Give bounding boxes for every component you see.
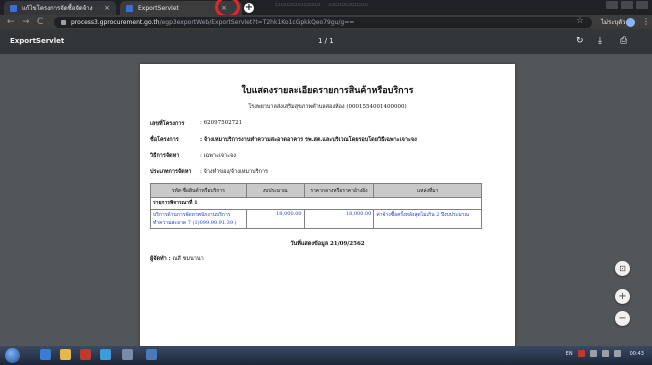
fit-page-button[interactable]: ⊡ — [615, 261, 630, 276]
tab-edit-project[interactable]: แก้ไขโครงการจัดซื้อจัดจ้าง × — [4, 1, 116, 15]
tab-title: แก้ไขโครงการจัดซื้อจัดจ้าง — [22, 5, 93, 12]
zoom-in-button[interactable]: + — [615, 289, 630, 304]
item-cell: บริการด้านการจัดหาพนักงานบริการทำความสะอ… — [150, 209, 247, 229]
column-header: แหล่งที่มา — [373, 183, 482, 198]
field-label: เลขที่โครงการ — [150, 121, 185, 127]
bookmark-star-icon[interactable]: ☆ — [576, 16, 584, 26]
taskbar-window-icon[interactable] — [122, 349, 133, 360]
close-window-button[interactable] — [636, 1, 648, 9]
url-text: process3.gprocurement.go.th/egp3exportWe… — [71, 19, 354, 26]
source-cell: ค่าจ้างซื้อครั้งหลังสุดไม่เกิน 2 ปีงบประ… — [373, 209, 482, 229]
table-group-row: รายการพิจารณาที่ 1 — [150, 197, 482, 210]
document-subtitle: โรงพยาบาลส่งเสริมสุขภาพตำบลสองห้อง (0001… — [248, 104, 407, 110]
zoom-out-button[interactable]: − — [615, 311, 630, 326]
tray-app-icon[interactable] — [577, 350, 585, 357]
table-header-row: รหัส-ชื่อสินค้าหรือบริการ งบประมาณ ราคาก… — [150, 183, 482, 198]
field-label: วิธีการจัดหา — [150, 153, 180, 159]
field-project-number: เลขที่โครงการ : 62097502721 — [150, 120, 242, 128]
minimize-button[interactable] — [606, 1, 618, 9]
page-indicator: 1 / 1 — [318, 37, 334, 45]
file-explorer-icon[interactable] — [60, 349, 71, 360]
clock[interactable]: 00:43 — [630, 351, 644, 357]
lock-icon — [61, 20, 66, 25]
language-indicator[interactable]: EN — [566, 351, 573, 357]
app-icon[interactable] — [80, 349, 91, 360]
system-tray: EN 00:43 — [566, 350, 644, 357]
page-favicon-icon — [126, 4, 133, 12]
field-value: : 62097502721 — [200, 120, 243, 126]
url-host: process3.gprocurement.go.th — [71, 19, 160, 26]
table-row: บริการด้านการจัดหาพนักงานบริการทำความสะอ… — [150, 209, 482, 229]
items-table: รหัส-ชื่อสินค้าหรือบริการ งบประมาณ ราคาก… — [150, 183, 482, 229]
rotate-icon[interactable]: ↻ — [576, 36, 584, 46]
address-bar[interactable]: process3.gprocurement.go.th/egp3exportWe… — [54, 16, 592, 28]
ie-icon[interactable] — [40, 349, 51, 360]
background-window-tabs: ▭▭▭▭▭▭▭▭ ▭▭▭▭▭▭▭ — [275, 1, 368, 13]
volume-icon[interactable] — [613, 350, 621, 357]
page-favicon-icon — [10, 4, 17, 12]
start-button[interactable] — [5, 348, 20, 363]
browser-menu-icon[interactable]: ⋮ — [642, 17, 650, 26]
browser-window: แก้ไขโครงการจัดซื้อจัดจ้าง × ExportServl… — [0, 0, 652, 365]
tab-strip: แก้ไขโครงการจัดซื้อจัดจ้าง × ExportServl… — [0, 0, 652, 18]
field-procurement-type: ประเภทการจัดหา : จ้างทำของ/จ้างเหมาบริกา… — [150, 168, 268, 176]
close-tab-icon[interactable]: × — [104, 4, 110, 12]
group-label: รายการพิจารณาที่ 1 — [150, 197, 482, 210]
pdf-page: ใบแสดงรายละเอียดรายการสินค้าหรือบริการ โ… — [140, 64, 515, 346]
new-tab-button[interactable]: + — [244, 3, 254, 13]
battery-icon[interactable] — [601, 350, 609, 357]
column-header: รหัส-ชื่อสินค้าหรือบริการ — [150, 183, 247, 198]
column-header: ราคากลางหรือราคาอ้างอิง — [303, 183, 375, 198]
network-icon[interactable] — [589, 350, 597, 357]
chrome-icon[interactable] — [100, 349, 111, 360]
field-value: : จ้างทำของ/จ้างเหมาบริการ — [200, 169, 268, 175]
download-icon[interactable]: ⤓ — [598, 36, 602, 46]
browser-toolbar: ← → C process3.gprocurement.go.th/egp3ex… — [0, 15, 652, 30]
column-header: งบประมาณ — [245, 183, 305, 198]
update-date: วันที่แสดงข้อมูล 21/09/2562 — [290, 241, 365, 247]
prepared-by: ผู้จัดทำ : ณสี ชมนานา — [150, 255, 204, 263]
ghost-tab: ▭▭▭▭▭▭▭▭ — [275, 1, 321, 8]
url-path: /egp3exportWeb/ExportServlet?t=T2hk1Ko1c… — [159, 19, 355, 26]
tab-title: ExportServlet — [138, 4, 179, 12]
field-project-name: ชื่อโครงการ : จ้างเหมาบริการงานทำความสะอ… — [150, 136, 417, 144]
budget-cell: 18,000.00 — [245, 209, 305, 229]
document-title: ใบแสดงรายละเอียดรายการสินค้าหรือบริการ — [241, 86, 414, 96]
forward-button[interactable]: → — [22, 15, 30, 30]
pdf-viewport[interactable]: ใบแสดงรายละเอียดรายการสินค้าหรือบริการ โ… — [0, 54, 652, 346]
profile-avatar-icon[interactable] — [626, 18, 635, 27]
windows-taskbar: EN 00:43 — [0, 346, 652, 365]
reference-price-cell: 18,000.00 — [303, 209, 375, 229]
field-value: : เฉพาะเจาะจง — [200, 153, 236, 159]
field-label: ชื่อโครงการ — [150, 137, 179, 143]
back-button[interactable]: ← — [7, 15, 15, 30]
reload-button[interactable]: C — [37, 15, 43, 30]
prepared-by-name: ณสี ชมนานา — [172, 256, 204, 262]
pdf-title: ExportServlet — [10, 37, 65, 45]
maximize-button[interactable] — [621, 1, 633, 9]
field-procurement-method: วิธีการจัดหา : เฉพาะเจาะจง — [150, 152, 236, 160]
print-icon[interactable]: ⎙ — [620, 36, 627, 46]
pdf-toolbar: ExportServlet 1 / 1 ↻ ⤓ ⎙ — [0, 30, 652, 54]
field-label: ประเภทการจัดหา — [150, 169, 192, 175]
field-value: : จ้างเหมาบริการงานทำความสะอาดอาคาร รพ.ส… — [200, 137, 417, 143]
prepared-by-label: ผู้จัดทำ : — [150, 256, 171, 262]
window-controls — [606, 1, 648, 9]
word-icon[interactable] — [146, 349, 157, 360]
ghost-tab: ▭▭▭▭▭▭▭ — [328, 1, 369, 8]
